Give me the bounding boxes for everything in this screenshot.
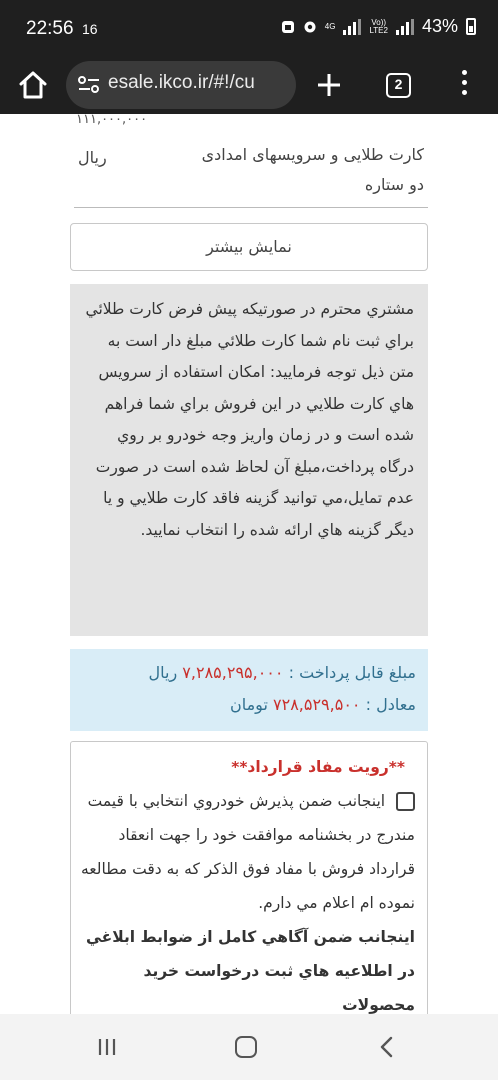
contract-bold-text: اينجانب ضمن آگاهي کامل از ضوابط ابلاغي د… [85, 928, 415, 1014]
battery-icon [466, 18, 476, 35]
item-name-line1: کارت طلایی و سرویسهای امدادی [201, 145, 424, 164]
system-nav-bar [0, 1014, 498, 1080]
payment-summary: مبلغ قابل پرداخت : ۷,۲۸۵,۲۹۵,۰۰۰ ریال مع… [70, 649, 428, 731]
network-volte-label: Vo)) LTE2 [369, 17, 388, 35]
item-name: کارت طلایی و سرویسهای امدادی دو ستاره [184, 140, 424, 200]
payment-equivalent-row: معادل : ۷۲۸,۵۲۹,۵۰۰ تومان [80, 689, 416, 721]
contract-terms-box: **رویت مفاد قرارداد** اینجانب ضمن پذیرش … [70, 741, 428, 1014]
agree-checkbox[interactable] [396, 792, 415, 811]
cut-off-price: ۱۱۱,۰۰۰,۰۰۰ [76, 114, 148, 127]
contract-title: **رویت مفاد قرارداد** [231, 758, 405, 776]
status-secondary: 16 [82, 21, 98, 37]
golden-card-notice: مشتري محترم در صورتيکه پيش فرض کارت طلائ… [70, 284, 428, 636]
notice-text: مشتري محترم در صورتيکه پيش فرض کارت طلائ… [85, 300, 414, 539]
address-bar[interactable]: esale.ikco.ir/#!/cu [66, 61, 296, 109]
site-settings-icon[interactable] [78, 75, 100, 95]
back-icon[interactable] [376, 1036, 398, 1058]
divider [74, 207, 428, 208]
payment-amount-unit: ریال [148, 663, 178, 682]
show-more-button[interactable]: نمایش بیشتر [70, 223, 428, 271]
browser-toolbar: esale.ikco.ir/#!/cu 2 [0, 56, 498, 114]
payment-amount-label: مبلغ قابل پرداخت : [288, 663, 416, 682]
status-bar: 22:56 16 4G Vo)) LTE2 43% [0, 0, 498, 56]
payment-equivalent-value: ۷۲۸,۵۲۹,۵۰۰ [273, 695, 361, 714]
payment-equivalent-unit: تومان [229, 695, 268, 714]
network-4g-label: 4G [324, 21, 336, 31]
payment-amount-row: مبلغ قابل پرداخت : ۷,۲۸۵,۲۹۵,۰۰۰ ریال [80, 657, 416, 689]
status-right-group: 4G Vo)) LTE2 43% [281, 16, 476, 37]
signal-icon [343, 18, 362, 35]
contract-agree-text: اینجانب ضمن پذیرش خودروي انتخابي با قيمت… [80, 792, 415, 912]
url-text: esale.ikco.ir/#!/cu [108, 72, 255, 93]
signal-2-icon [395, 18, 414, 35]
alarm-icon [304, 21, 316, 32]
contract-agree-row: اینجانب ضمن پذیرش خودروي انتخابي با قيمت… [81, 784, 415, 920]
new-tab-icon[interactable] [314, 70, 344, 100]
payment-amount-value: ۷,۲۸۵,۲۹۵,۰۰۰ [182, 663, 284, 682]
battery-percent: 43% [421, 16, 458, 36]
notification-icon [281, 20, 294, 33]
page-content: ۱۱۱,۰۰۰,۰۰۰ کارت طلایی و سرویسهای امدادی… [0, 114, 498, 1014]
home-nav-icon[interactable] [235, 1036, 257, 1058]
item-name-line2: دو ستاره [364, 175, 424, 194]
payment-equivalent-label: معادل : [365, 695, 416, 714]
more-menu-icon[interactable] [458, 70, 470, 100]
home-icon[interactable] [16, 68, 50, 102]
status-time: 22:56 [26, 18, 74, 39]
tab-switcher-button[interactable]: 2 [386, 73, 411, 98]
recent-apps-icon[interactable] [96, 1036, 118, 1058]
item-currency: ریال [78, 148, 107, 167]
